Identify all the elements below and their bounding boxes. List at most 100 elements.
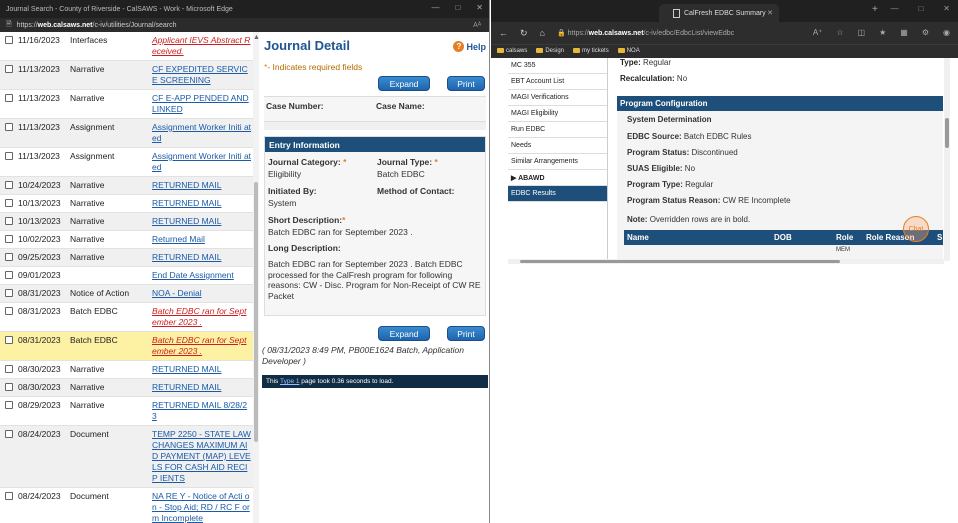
bookmark-calsaws[interactable]: calsaws [497, 48, 527, 55]
bookmark-noa[interactable]: NOA [617, 48, 640, 55]
tab-calfresh-edbc-summary[interactable]: CalFresh EDBC Summary ✕ [659, 4, 779, 22]
row-description-link[interactable]: RETURNED MAIL [152, 180, 253, 191]
col-dob[interactable]: DOB [774, 233, 792, 242]
list-item[interactable]: 08/30/2023 Narrative RETURNED MAIL [0, 379, 253, 397]
row-description-link[interactable]: RETURNED MAIL 8/28/2 3 [152, 400, 253, 422]
row-description-link[interactable]: RETURNED MAIL [152, 252, 253, 263]
minimize-icon[interactable]: — [890, 4, 898, 13]
row-description-link[interactable]: RETURNED MAIL [152, 382, 253, 393]
read-aloud-icon[interactable]: Aᴬ [473, 22, 481, 29]
list-item[interactable]: 08/30/2023 Narrative RETURNED MAIL [0, 361, 253, 379]
row-description-link[interactable]: CF E-APP PENDED AND LINKED [152, 93, 253, 115]
row-description-link[interactable]: RETURNED MAIL [152, 198, 253, 209]
right-url[interactable]: 🔒 https://web.calsaws.net/c-iv/edbc/Edbc… [557, 29, 734, 37]
help-link[interactable]: ? Help [453, 41, 486, 52]
row-description-link[interactable]: CF EXPEDITED SERVICE SCREENING [152, 64, 253, 86]
row-description-link[interactable]: RETURNED MAIL [152, 364, 253, 375]
row-checkbox[interactable] [5, 289, 13, 297]
col-s[interactable]: S [937, 233, 942, 242]
type-1-link[interactable]: Type 1 [280, 378, 300, 385]
favorite-icon[interactable]: ☆ [836, 28, 843, 37]
side-item-run-edbc[interactable]: Run EDBC [508, 122, 607, 138]
col-role[interactable]: Role [836, 233, 853, 242]
copilot-icon[interactable]: ◉ [943, 28, 950, 37]
journal-list-scrollbar[interactable]: ▲ [253, 32, 260, 523]
side-item-edbc-results[interactable]: EDBC Results [508, 186, 607, 202]
list-item[interactable]: 10/13/2023 Narrative RETURNED MAIL [0, 213, 253, 231]
right-window-titlebar[interactable]: □ CalFresh EDBC Summary ✕ + — □ ✕ [491, 0, 958, 22]
split-screen-icon[interactable]: ◫ [858, 28, 866, 37]
list-item[interactable]: 09/25/2023 Narrative RETURNED MAIL [0, 249, 253, 267]
row-description-link[interactable]: Batch EDBC ran for Sept ember 2023 . [152, 335, 253, 357]
expand-button-bottom[interactable]: Expand [378, 326, 430, 341]
row-checkbox[interactable] [5, 336, 13, 344]
edbc-vertical-scrollbar[interactable] [944, 58, 950, 261]
extensions-icon[interactable]: ⚙ [922, 28, 929, 37]
collections-icon[interactable]: ▦ [900, 28, 908, 37]
col-name[interactable]: Name [627, 233, 649, 242]
left-address-bar[interactable]: 🗎 https://web.calsaws.net/c-iv/utilities… [0, 18, 489, 32]
row-description-link[interactable]: TEMP 2250 - STATE LAW CHANGES MAXIMUM AI… [152, 429, 253, 484]
row-checkbox[interactable] [5, 94, 13, 102]
row-checkbox[interactable] [5, 123, 13, 131]
row-description-link[interactable]: Applicant IEVS Abstract Received. [152, 35, 253, 57]
list-item[interactable]: 09/01/2023 End Date Assignment [0, 267, 253, 285]
row-description-link[interactable]: End Date Assignment [152, 270, 253, 281]
maximize-icon[interactable]: □ [918, 4, 923, 13]
row-checkbox[interactable] [5, 401, 13, 409]
row-description-link[interactable]: NOA - Denial [152, 288, 253, 299]
row-description-link[interactable]: Assignment Worker Initi ated [152, 151, 253, 173]
list-item[interactable]: 11/13/2023 Narrative CF E-APP PENDED AND L… [0, 90, 253, 119]
scroll-up-icon[interactable]: ▲ [253, 34, 260, 41]
row-description-link[interactable]: Batch EDBC ran for Sept ember 2023 . [152, 306, 253, 328]
list-item[interactable]: 10/02/2023 Narrative Returned Mail [0, 231, 253, 249]
list-item[interactable]: 11/13/2023 Assignment Assignment Worker In… [0, 119, 253, 148]
row-description-link[interactable]: Assignment Worker Initi ated [152, 122, 253, 144]
list-item[interactable]: 08/31/2023 Notice of Action NOA - Denial [0, 285, 253, 303]
refresh-icon[interactable]: ↻ [520, 28, 528, 39]
back-icon[interactable]: ← [499, 28, 508, 38]
left-url[interactable]: https://web.calsaws.net/c-iv/utilities/J… [17, 22, 177, 29]
side-item-magi-eligibility[interactable]: MAGI Eligibility [508, 106, 607, 122]
scroll-thumb[interactable] [520, 260, 840, 263]
new-tab-icon[interactable]: + [872, 4, 878, 15]
side-item-abawd[interactable]: ▶ ABAWD [508, 170, 607, 186]
side-item-needs[interactable]: Needs [508, 138, 607, 154]
row-checkbox[interactable] [5, 65, 13, 73]
list-item[interactable]: 11/13/2023 Assignment Assignment Worker In… [0, 148, 253, 177]
print-button-top[interactable]: Print [447, 76, 485, 91]
minimize-icon[interactable]: — [431, 3, 439, 12]
scroll-thumb[interactable] [945, 118, 949, 148]
row-checkbox[interactable] [5, 365, 13, 373]
row-checkbox[interactable] [5, 492, 13, 500]
row-checkbox[interactable] [5, 307, 13, 315]
maximize-icon[interactable]: □ [455, 3, 460, 12]
edbc-horizontal-scrollbar[interactable] [508, 259, 944, 264]
close-icon[interactable]: ✕ [476, 3, 483, 12]
row-checkbox[interactable] [5, 217, 13, 225]
row-description-link[interactable]: Returned Mail [152, 234, 253, 245]
row-checkbox[interactable] [5, 253, 13, 261]
list-item[interactable]: 08/24/2023 Document NA RE Y - Notice of Ac… [0, 488, 253, 523]
scroll-thumb[interactable] [254, 182, 258, 442]
row-checkbox[interactable] [5, 235, 13, 243]
side-item-similar-arrangements[interactable]: Similar Arrangements [508, 154, 607, 170]
row-checkbox[interactable] [5, 152, 13, 160]
read-aloud-icon[interactable]: A⁺ [813, 28, 823, 37]
left-window-titlebar[interactable]: Journal Search - County of Riverside - C… [0, 0, 489, 18]
chat-button[interactable]: Chat [903, 216, 929, 242]
row-checkbox[interactable] [5, 199, 13, 207]
row-checkbox[interactable] [5, 181, 13, 189]
list-item[interactable]: 08/31/2023 Batch EDBC Batch EDBC ran for S… [0, 332, 253, 361]
home-icon[interactable]: ⌂ [540, 28, 545, 38]
row-checkbox[interactable] [5, 430, 13, 438]
bookmark-my-tickets[interactable]: my tickets [573, 48, 609, 55]
list-item[interactable]: 08/24/2023 Document TEMP 2250 - STATE LAW … [0, 426, 253, 488]
expand-button-top[interactable]: Expand [378, 76, 430, 91]
close-icon[interactable]: ✕ [943, 4, 950, 13]
row-description-link[interactable]: NA RE Y - Notice of Acti on - Stop Aid; … [152, 491, 253, 523]
side-item-magi-verifications[interactable]: MAGI Verifications [508, 90, 607, 106]
close-tab-icon[interactable]: ✕ [767, 9, 773, 17]
list-item[interactable]: 10/24/2023 Narrative RETURNED MAIL [0, 177, 253, 195]
list-item[interactable]: 11/16/2023 Interfaces Applicant IEVS Abstr… [0, 32, 253, 61]
